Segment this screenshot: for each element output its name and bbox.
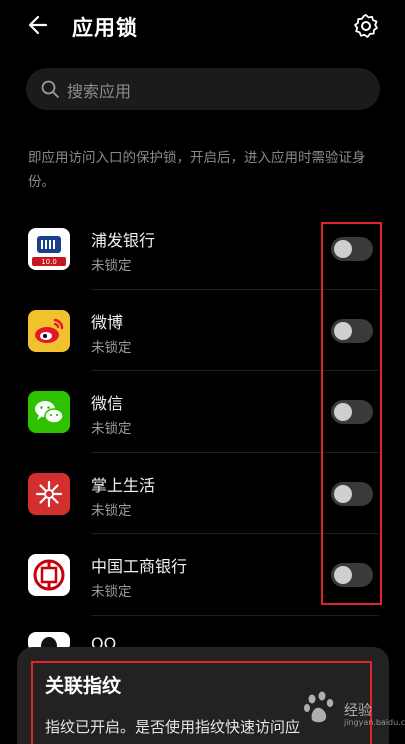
watermark-url: jingyan.baidu.com (344, 718, 405, 727)
baidu-jingyan-watermark: 经验 jingyan.baidu.com (300, 688, 405, 732)
svg-text:10.0: 10.0 (41, 258, 57, 266)
back-arrow-icon[interactable] (24, 10, 54, 40)
description-text: 即应用访问入口的保护锁，开启后，进入应用时需验证身份。 (28, 150, 366, 190)
watermark-brand: 经验 (344, 703, 372, 719)
lock-status: 未锁定 (91, 258, 132, 274)
spdb-app-icon: 10.0 (28, 228, 70, 270)
lock-status: 未锁定 (91, 502, 132, 519)
page-title: 应用锁 (72, 16, 138, 40)
lock-status: 未锁定 (91, 421, 132, 437)
search-placeholder: 搜索应用 (67, 82, 132, 101)
app-name: 浦发银行 (91, 231, 156, 250)
highlight-box (321, 222, 382, 605)
lock-status: 未锁定 (91, 339, 132, 356)
zhangshang-shenghuo-app-icon (28, 472, 70, 515)
gear-icon[interactable] (352, 12, 380, 40)
app-name: 微博 (91, 312, 124, 332)
app-bar: 应用锁 (0, 0, 405, 56)
wechat-app-icon (28, 391, 70, 433)
search-icon (41, 80, 59, 98)
search-bar[interactable]: 搜索应用 (26, 68, 380, 110)
app-name: 中国工商银行 (91, 557, 188, 576)
lock-status: 未锁定 (91, 584, 132, 600)
weibo-app-icon (28, 309, 70, 352)
paw-icon (304, 691, 334, 723)
app-name: 微信 (91, 394, 124, 413)
app-name: 掌上生活 (91, 475, 156, 495)
icbc-app-icon (28, 554, 70, 596)
divider (91, 614, 379, 616)
